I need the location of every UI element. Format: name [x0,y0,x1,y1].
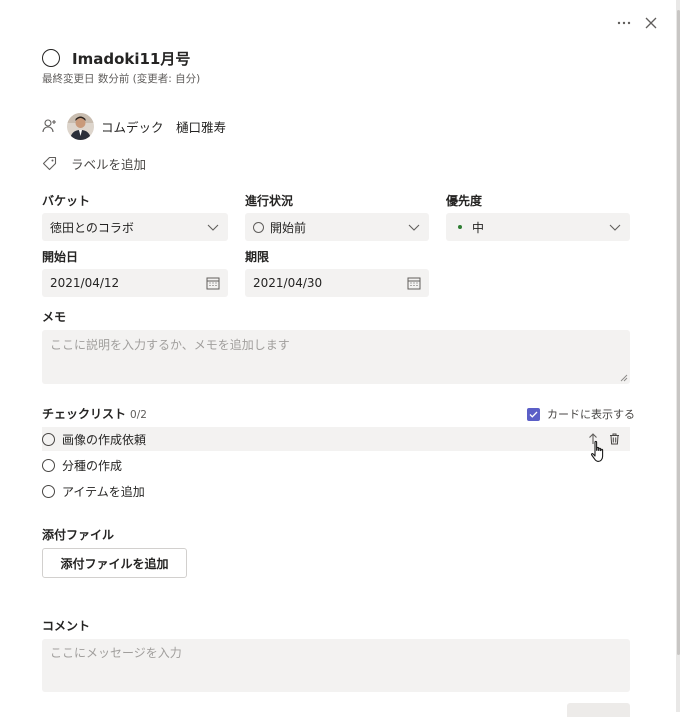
chevron-down-icon [207,224,219,231]
show-on-card-label: カードに表示する [547,408,635,421]
checklist-label: チェックリスト [42,407,127,421]
more-options-button[interactable] [613,12,635,34]
bucket-label: バケット [42,194,91,208]
add-attachment-button[interactable]: 添付ファイルを追加 [42,548,187,578]
progress-dropdown[interactable]: 開始前 [245,213,429,241]
resize-handle-icon[interactable] [620,374,628,382]
memo-placeholder: ここに説明を入力するか、メモを追加します [50,338,290,352]
comment-input[interactable]: ここにメッセージを入力 [42,639,630,692]
show-on-card-checkbox[interactable] [527,407,540,421]
task-title[interactable]: Imadoki11月号 [72,48,190,69]
progress-value: 開始前 [270,220,307,235]
checklist-header: チェックリスト 0/2 [42,405,147,422]
chevron-down-icon [609,224,621,231]
close-button[interactable] [640,12,662,34]
comment-placeholder: ここにメッセージを入力 [50,646,182,660]
complete-task-checkbox[interactable] [42,49,60,67]
checklist-item[interactable]: 分種の作成 [42,453,630,477]
priority-label: 優先度 [446,194,483,208]
avatar[interactable] [67,112,94,140]
checklist-item-checkbox[interactable] [42,458,55,472]
checklist-item[interactable]: 画像の作成依頼 [42,427,630,451]
not-started-icon [253,221,264,233]
checklist-count: 0/2 [130,409,147,421]
comments-label: コメント [42,619,91,633]
priority-dot-icon [458,225,462,229]
checklist-item-text[interactable]: 分種の作成 [62,457,122,474]
send-button[interactable] [567,703,630,717]
bucket-value: 徳田とのコラボ [50,220,134,235]
task-title-row: Imadoki11月号 [42,47,190,69]
calendar-icon[interactable] [206,276,220,290]
checklist-item-checkbox[interactable] [42,432,55,446]
due-date-value: 2021/04/30 [253,276,323,290]
more-horizontal-icon [617,21,631,25]
start-date-picker[interactable]: 2021/04/12 [42,269,228,297]
last-modified-text: 最終変更日 数分前 (変更者: 自分) [42,73,201,85]
tag-icon [42,156,57,170]
progress-label: 進行状況 [245,194,294,208]
add-item-text[interactable]: アイテムを追加 [62,483,145,500]
priority-dropdown[interactable]: 中 [446,213,630,241]
checklist-item-text[interactable]: 画像の作成依頼 [62,431,588,448]
start-date-label: 開始日 [42,250,79,264]
close-icon [645,17,657,29]
add-item-circle-icon [42,484,55,498]
chevron-down-icon [408,224,420,231]
add-label-text: ラベルを追加 [71,156,147,172]
calendar-icon[interactable] [407,276,421,290]
show-on-card-toggle[interactable]: カードに表示する [527,406,635,422]
add-checklist-item[interactable]: アイテムを追加 [42,479,630,503]
hand-cursor-icon [590,440,604,462]
assignment-row: コムデック 樋口雅寿 [42,111,226,141]
assignee-name[interactable]: コムデック 樋口雅寿 [101,117,226,136]
memo-label: メモ [42,310,67,324]
add-label-row[interactable]: ラベルを追加 [42,154,146,172]
due-date-picker[interactable]: 2021/04/30 [245,269,429,297]
due-date-label: 期限 [245,250,270,264]
attachments-label: 添付ファイル [42,528,115,542]
delete-icon[interactable] [609,433,620,445]
person-add-icon[interactable] [42,118,58,134]
start-date-value: 2021/04/12 [50,276,120,290]
memo-textarea[interactable]: ここに説明を入力するか、メモを追加します [42,330,630,384]
bucket-dropdown[interactable]: 徳田とのコラボ [42,213,228,241]
priority-value: 中 [472,220,485,235]
checkmark-icon [529,411,538,418]
